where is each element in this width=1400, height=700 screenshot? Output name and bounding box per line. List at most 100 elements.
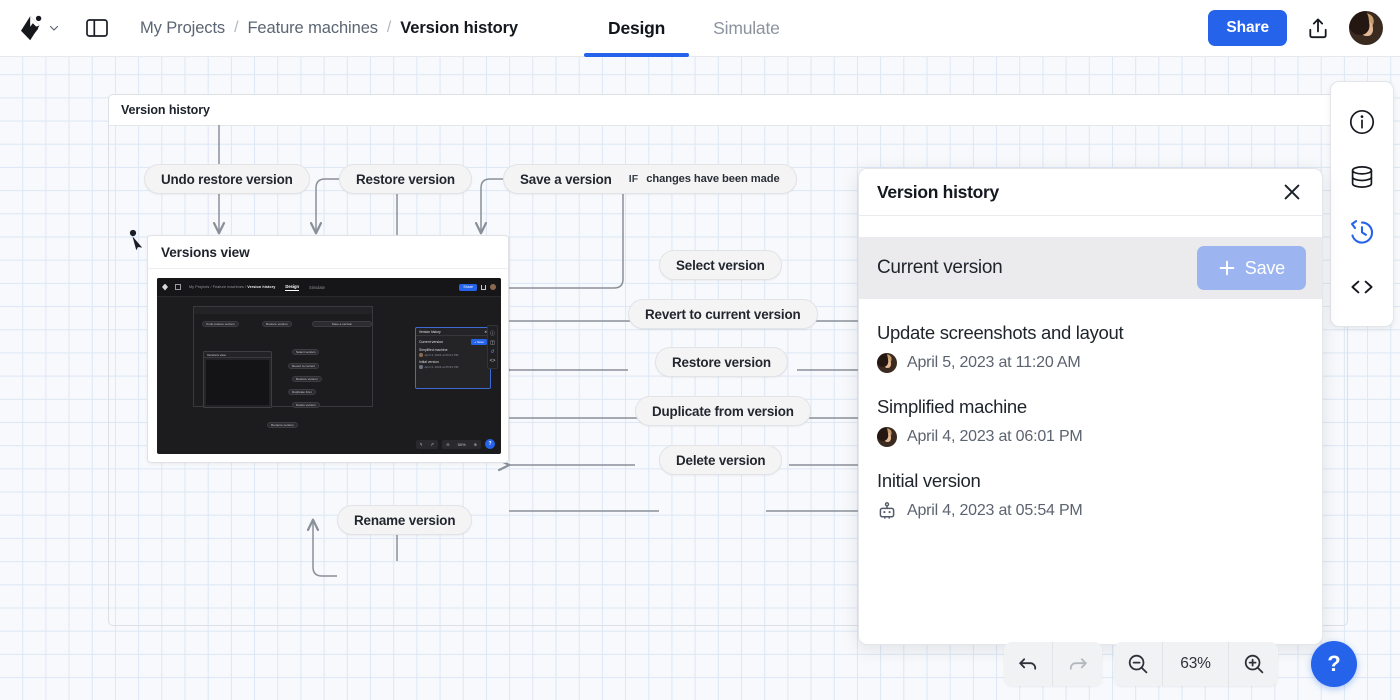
undo-redo-group	[1004, 642, 1102, 686]
mini-tab-simulate: Simulate	[309, 285, 325, 290]
mini-topbar-actions: Share	[459, 284, 501, 291]
node-revert-to-current-version[interactable]: Revert to current version	[628, 299, 818, 329]
version-date: April 4, 2023 at 06:01 PM	[907, 428, 1083, 446]
breadcrumb-item-version-history[interactable]: Version history	[400, 19, 518, 38]
panel-spacer	[859, 216, 1322, 237]
version-name: Simplified machine	[877, 396, 1304, 418]
tab-simulate[interactable]: Simulate	[689, 0, 804, 57]
version-history-header: Version history	[859, 169, 1322, 216]
node-undo-restore-version[interactable]: Undo restore version	[144, 164, 310, 194]
diamond-logo-icon	[18, 14, 44, 42]
mini-node-rename: Rename version	[267, 422, 298, 428]
undo-icon	[1016, 652, 1040, 676]
zoom-group: 63%	[1114, 642, 1278, 686]
node-label: Rename version	[354, 513, 455, 528]
upload-button[interactable]	[1305, 14, 1331, 42]
breadcrumb-item-my-projects[interactable]: My Projects	[140, 19, 225, 38]
node-label: Delete version	[676, 453, 765, 468]
version-meta: April 4, 2023 at 05:54 PM	[877, 501, 1304, 521]
version-meta: April 4, 2023 at 06:01 PM	[877, 427, 1304, 447]
node-delete-version[interactable]: Delete version	[659, 445, 782, 475]
mini-bottom-toolbar: ↰↱ ⊖50%⊕ ?	[416, 439, 495, 449]
zoom-in-icon	[1242, 652, 1266, 676]
redo-button[interactable]	[1053, 642, 1102, 686]
node-label: Undo restore version	[161, 172, 293, 187]
panel-title: Version history	[877, 182, 999, 203]
mini-avatar	[490, 284, 496, 290]
save-version-label: Save	[1245, 258, 1285, 279]
current-version-row: Current version Save	[859, 237, 1322, 299]
avatar[interactable]	[1349, 11, 1383, 45]
node-restore-version[interactable]: Restore version	[655, 347, 788, 377]
version-history-panel: Version history Current version Save Upd…	[858, 168, 1323, 645]
node-save-a-version[interactable]: Save a version IF changes have been made	[503, 164, 797, 194]
node-versions-view-card[interactable]: Versions view My Projects / Feature mach…	[147, 235, 509, 463]
zoom-level-value[interactable]: 63%	[1163, 642, 1229, 686]
undo-button[interactable]	[1004, 642, 1053, 686]
mini-version-item: Initial version April 4, 2023 at 05:54 P…	[416, 357, 490, 369]
mini-card-screenshot	[206, 360, 269, 405]
mini-upload-icon	[481, 285, 486, 290]
node-select-version[interactable]: Select version	[659, 250, 782, 280]
mini-panel-toggle-icon	[175, 284, 181, 290]
database-icon[interactable]	[1345, 160, 1379, 194]
zoom-out-icon	[1126, 652, 1150, 676]
mini-node: Duplicate from	[288, 389, 316, 395]
mini-topbar: My Projects / Feature machines / Version…	[157, 278, 501, 297]
panel-layout-icon	[86, 18, 108, 38]
user-avatar	[877, 427, 897, 447]
node-label: Save a version	[520, 172, 612, 187]
right-icon-rail	[1330, 81, 1394, 327]
version-date: April 5, 2023 at 11:20 AM	[907, 354, 1081, 372]
versions-view-screenshot: My Projects / Feature machines / Version…	[157, 278, 501, 454]
node-rename-version[interactable]: Rename version	[337, 505, 472, 535]
app-root: My Projects / Feature machines / Version…	[0, 0, 1400, 700]
upload-icon	[1307, 16, 1329, 40]
logo-menu[interactable]	[0, 14, 60, 42]
list-item[interactable]: Update screenshots and layout April 5, 2…	[877, 322, 1304, 373]
node-label: Restore version	[672, 355, 771, 370]
zoom-out-button[interactable]	[1114, 642, 1163, 686]
mini-canvas: Undo restore version Restore version Sav…	[157, 297, 501, 454]
node-guard-keyword: IF	[629, 173, 639, 185]
node-label: Duplicate from version	[652, 404, 794, 419]
list-item[interactable]: Simplified machine April 4, 2023 at 06:0…	[877, 396, 1304, 447]
mini-group-frame: Undo restore version Restore version Sav…	[193, 306, 373, 407]
panel-toggle-button[interactable]	[84, 15, 110, 41]
mini-versions-view-card: Versions view	[203, 351, 272, 408]
node-label: Restore version	[356, 172, 455, 187]
mini-breadcrumb: My Projects / Feature machines / Version…	[189, 285, 275, 289]
close-icon[interactable]	[1279, 179, 1305, 205]
node-duplicate-from-version[interactable]: Duplicate from version	[635, 396, 811, 426]
mini-icon-rail: ⓘ◫↺<>	[487, 325, 498, 369]
mini-node: Undo restore version	[202, 321, 239, 327]
breadcrumb-separator: /	[234, 19, 238, 37]
breadcrumb-item-feature-machines[interactable]: Feature machines	[247, 19, 377, 38]
node-guard-text: changes have been made	[646, 173, 779, 185]
share-button[interactable]: Share	[1208, 10, 1287, 46]
help-button[interactable]: ?	[1311, 641, 1357, 687]
plus-icon	[1218, 259, 1236, 277]
mini-tab-design: Design	[285, 284, 299, 291]
node-label: Revert to current version	[645, 307, 801, 322]
version-list: Update screenshots and layout April 5, 2…	[859, 299, 1322, 644]
user-avatar	[877, 353, 897, 373]
tab-design[interactable]: Design	[584, 0, 689, 57]
history-clock-icon[interactable]	[1345, 215, 1379, 249]
mini-panel-header: Version history✕	[416, 328, 490, 336]
mini-node: Restore version	[292, 376, 322, 382]
zoom-in-button[interactable]	[1229, 642, 1278, 686]
versions-view-title: Versions view	[148, 236, 508, 269]
main-tabs: Design Simulate	[584, 0, 804, 57]
breadcrumb-separator: /	[387, 19, 391, 37]
save-version-button[interactable]: Save	[1197, 246, 1306, 290]
mini-node: Restore version	[262, 321, 292, 327]
node-restore-version-top[interactable]: Restore version	[339, 164, 472, 194]
mini-logo-icon	[162, 284, 168, 291]
mini-node: Select version	[292, 349, 319, 355]
list-item[interactable]: Initial version April 4, 2023 at 05:54 P…	[877, 470, 1304, 521]
robot-icon	[877, 501, 897, 521]
code-icon[interactable]	[1345, 270, 1379, 304]
info-icon[interactable]	[1345, 105, 1379, 139]
version-date: April 4, 2023 at 05:54 PM	[907, 502, 1083, 520]
